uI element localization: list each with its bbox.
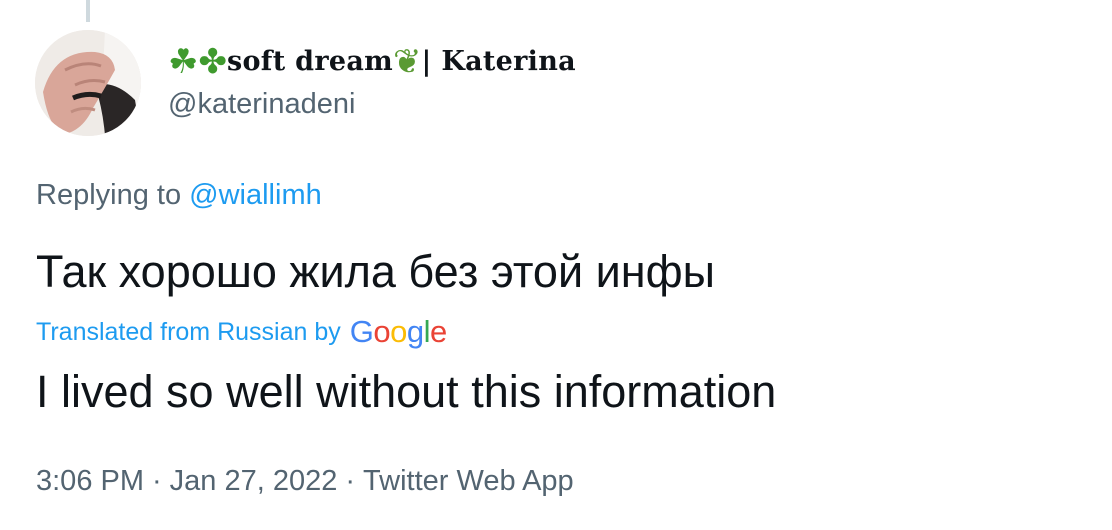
tweet-time-link[interactable]: 3:06 PM [36,465,144,497]
broccoli-emoji-icon: ❦ [393,42,422,82]
clover-emoji-icon: ☘✤ [168,42,227,82]
tweet-source-link[interactable]: Twitter Web App [363,465,574,497]
thread-connector-line [86,0,90,22]
meta-separator: · [152,465,162,497]
author-handle[interactable]: @katerinadeni [168,86,355,122]
translated-from-label[interactable]: Translated from Russian by [36,318,341,347]
google-logo-icon: Google [349,314,448,349]
meta-separator: · [345,465,356,497]
translation-attribution: Translated from Russian by Google [36,312,447,352]
avatar-photo [35,30,141,136]
display-name-text: soft dream [226,45,394,77]
reply-mention-link[interactable]: @wiallimh [189,179,322,211]
tweet-metadata: 3:06 PM · Jan 27, 2022 · Twitter Web App [36,461,574,501]
translated-tweet-text: I lived so well without this information [36,366,777,417]
display-name-tail: | Katerina [421,45,576,77]
author-display-name[interactable]: ☘✤ soft dream ❦ | Katerina [168,40,576,84]
tweet-text: Так хорошо жила без этой инфы [36,246,715,297]
replying-to-line: Replying to @wiallimh [36,176,322,214]
tweet-date-link[interactable]: Jan 27, 2022 [170,465,338,497]
replying-to-label: Replying to [36,179,182,211]
avatar[interactable] [35,30,141,136]
